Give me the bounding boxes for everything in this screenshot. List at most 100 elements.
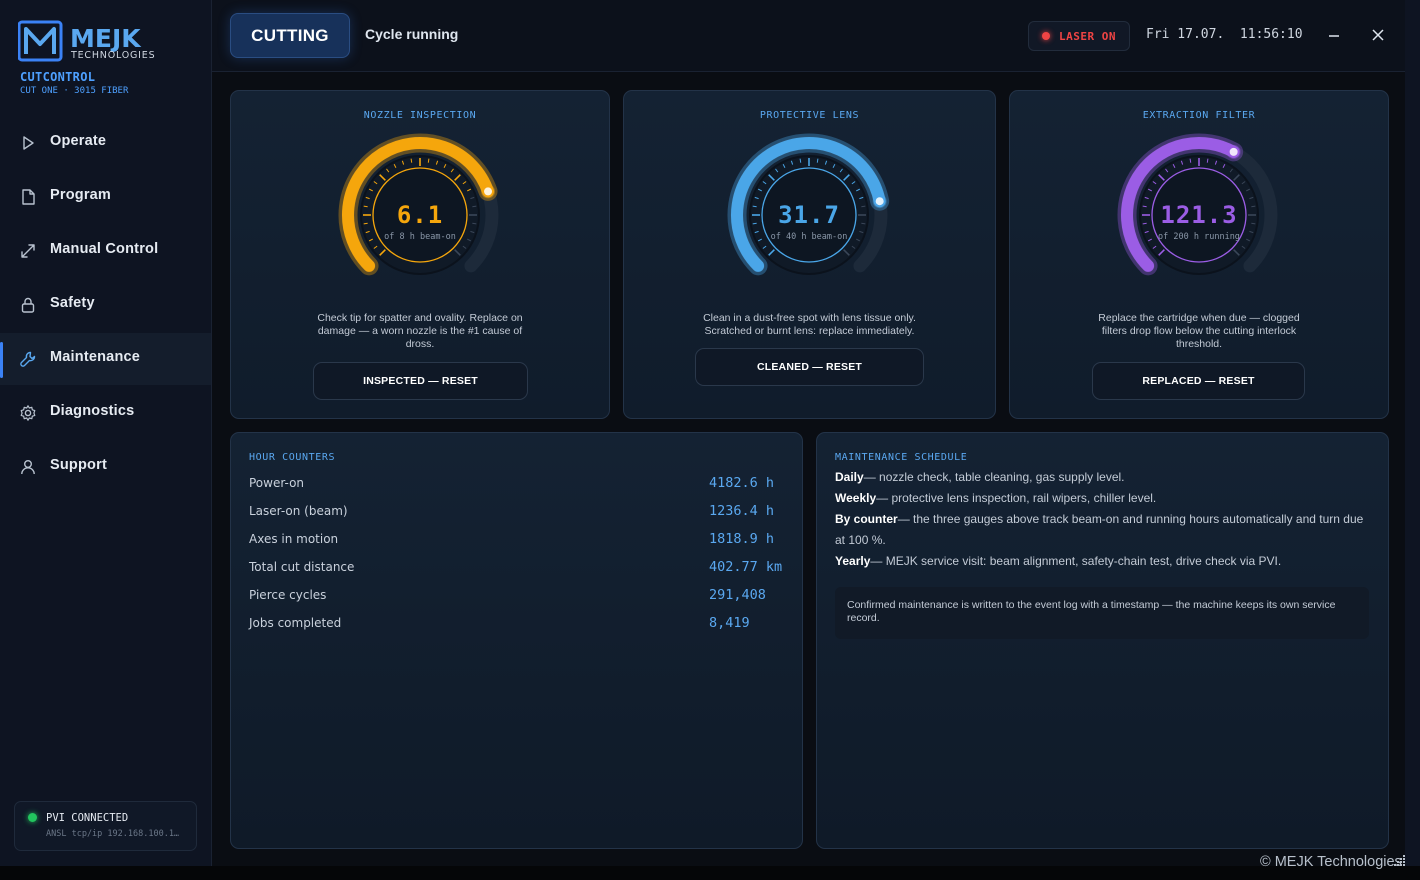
counter-label: Total cut distance [249,560,355,574]
connection-status: PVI CONNECTED ANSL tcp/ip 192.168.100.1… [14,801,197,851]
lens-card: PROTECTIVE LENS 31.7 of 40 h beam-on Cle… [623,90,996,419]
active-indicator [0,342,3,378]
card-description: Replace the cartridge when due — clogged… [1098,312,1300,350]
filter-card: EXTRACTION FILTER 121.3 of 200 h running… [1009,90,1389,419]
mode-badge: CUTTING [230,13,350,58]
card-description: Check tip for spatter and ovality. Repla… [317,312,523,350]
mejk-logo: MEJK TECHNOLOGIES [18,20,155,62]
card-title: EXTRACTION FILTER [1142,110,1256,121]
copyright: © MEJK Technologies [1260,854,1402,870]
gauge-tick [816,158,819,163]
counter-row: Pierce cycles 291,408 [249,586,809,608]
document-icon [22,189,35,205]
counter-row: Laser-on (beam) 1236.4 h [249,502,809,524]
svg-text:MEJK: MEJK [70,24,142,53]
clock: Fri 17.07. 11:56:10 [1146,27,1303,42]
connection-title: PVI CONNECTED [46,812,129,824]
counter-row: Total cut distance 402.77 km [249,558,809,580]
app-title: CUTCONTROL [20,70,96,84]
move-arrows-icon [21,244,35,258]
schedule-note-text: Confirmed maintenance is written to the … [847,599,1336,624]
top-bar: CUTTING Cycle running LASER ON Fri 17.07… [212,0,1405,72]
nozzle-gauge: 6.1 of 8 h beam-on [330,131,510,291]
lock-icon [21,297,35,313]
maintenance-schedule-panel: MAINTENANCE SCHEDULE Daily— nozzle check… [816,432,1389,849]
sidebar-item-maintenance[interactable]: Maintenance [0,333,211,385]
gauge-value: 31.7 [778,201,840,229]
wrench-icon [20,351,36,367]
gauge-tick [410,158,413,163]
counter-label: Pierce cycles [249,588,327,602]
sidebar-item-label: Diagnostics [50,403,135,419]
svg-text:TECHNOLOGIES: TECHNOLOGIES [70,50,155,61]
counter-row: Power-on 4182.6 h [249,474,809,496]
gauge-limit: of 200 h running [1158,232,1240,242]
lens-gauge: 31.7 of 40 h beam-on [719,131,899,291]
scrollbar-track[interactable] [1405,0,1420,866]
sidebar-item-safety[interactable]: Safety [0,279,211,331]
user-icon [21,460,35,475]
sidebar-item-label: Program [50,187,112,203]
status-dot [28,813,37,822]
nozzle-card: NOZZLE INSPECTION 6.1 of 8 h beam-on Che… [230,90,610,419]
card-title: NOZZLE INSPECTION [363,110,477,121]
laser-status: LASER ON [1028,21,1130,51]
gauge-tick [427,158,430,163]
gauge-limit: of 40 h beam-on [770,232,848,242]
gauge-limit: of 8 h beam-on [384,232,456,242]
cleaned-reset-button[interactable]: CLEANED — RESET [695,348,924,386]
gauge-value: 6.1 [396,201,444,229]
sidebar-item-label: Support [50,457,107,473]
taskbar-strip [0,866,1420,880]
sidebar-item-label: Operate [50,133,107,149]
machine-model: CUT ONE · 3015 FIBER [20,86,129,96]
counter-value: 1236.4 h [709,503,775,519]
counter-value: 402.77 km [709,559,783,575]
sidebar-item-label: Maintenance [50,349,141,365]
minimize-button[interactable] [1324,24,1344,46]
schedule-line: By counter— the three gauges above track… [835,512,1364,547]
panel-title: MAINTENANCE SCHEDULE [835,452,968,463]
counter-row: Axes in motion 1818.9 h [249,530,809,552]
schedule-line: Weekly— protective lens inspection, rail… [835,491,1157,505]
card-title: PROTECTIVE LENS [759,110,860,121]
gauge-tick [1206,158,1209,163]
counter-value: 1818.9 h [709,531,775,547]
laser-label: LASER ON [1059,30,1116,43]
counter-label: Axes in motion [249,532,339,546]
schedule-note: Confirmed maintenance is written to the … [835,587,1369,639]
counter-value: 291,408 [709,587,766,603]
sidebar-item-diagnostics[interactable]: Diagnostics [0,387,211,439]
close-button[interactable] [1368,24,1388,46]
counter-value: 8,419 [709,615,750,631]
sidebar-item-support[interactable]: Support [0,441,211,493]
play-icon [23,136,34,150]
inspected-reset-button[interactable]: INSPECTED — RESET [313,362,528,400]
hour-counters-panel: HOUR COUNTERS Power-on 4182.6 h Laser-on… [230,432,803,849]
counter-label: Jobs completed [249,616,342,630]
laser-dot [1042,32,1050,40]
sidebar-item-label: Safety [50,295,95,311]
counter-row: Jobs completed 8,419 [249,614,809,636]
resize-grip-icon[interactable] [1394,854,1406,866]
gauge-tick [799,158,802,163]
filter-gauge: 121.3 of 200 h running [1109,131,1289,291]
sidebar-item-label: Manual Control [50,241,159,257]
gauge-knob [1229,147,1238,156]
replaced-reset-button[interactable]: REPLACED — RESET [1092,362,1305,400]
sidebar-item-operate[interactable]: Operate [0,117,211,169]
counter-label: Laser-on (beam) [249,504,348,518]
schedule-line: Daily— nozzle check, table cleaning, gas… [835,470,1125,484]
panel-title: HOUR COUNTERS [249,452,336,463]
schedule-line: Yearly— MEJK service visit: beam alignme… [835,554,1282,568]
counter-value: 4182.6 h [709,475,775,491]
sidebar-item-manual-control[interactable]: Manual Control [0,225,211,277]
gear-icon [20,405,36,421]
sidebar-item-program[interactable]: Program [0,171,211,223]
cycle-status: Cycle running [365,26,459,42]
sidebar: MEJK TECHNOLOGIES CUTCONTROL CUT ONE · 3… [0,0,212,866]
connection-detail: ANSL tcp/ip 192.168.100.1… [46,829,180,839]
gauge-knob [484,187,493,196]
gauge-value: 121.3 [1160,201,1238,229]
gauge-tick [1189,158,1192,163]
